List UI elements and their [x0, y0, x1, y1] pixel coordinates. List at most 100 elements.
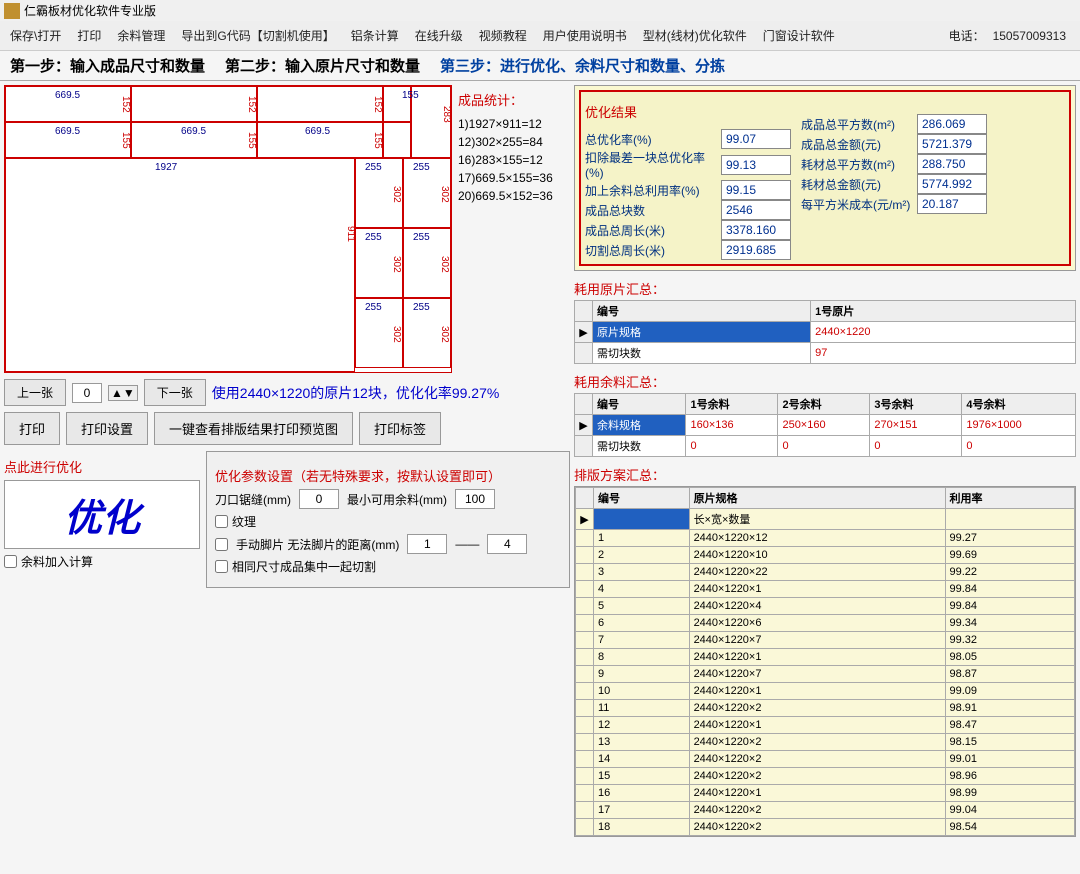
result-label: 切割总周长(米) [585, 242, 715, 259]
usage-title: 耗用原片汇总： [574, 279, 1076, 298]
minrem-input[interactable] [455, 489, 495, 509]
kerf-input[interactable] [299, 489, 339, 509]
row-pointer: ▶ [575, 322, 593, 343]
manual-check[interactable] [215, 538, 228, 551]
result-label: 加上余料总利用率(%) [585, 182, 715, 199]
result-label: 耗材总平方数(m²) [801, 156, 911, 173]
menu-alu-calc[interactable]: 铝条计算 [347, 25, 403, 46]
manual-input-2[interactable] [487, 534, 527, 554]
table-row[interactable]: 182440×1220×298.54 [576, 819, 1075, 836]
table-row[interactable]: 142440×1220×299.01 [576, 751, 1075, 768]
menu-save-open[interactable]: 保存\打开 [6, 25, 65, 46]
stepper-icon[interactable]: ▲▼ [108, 385, 138, 401]
tab-step1[interactable]: 第一步：输入成品尺寸和数量 [0, 51, 215, 80]
phone-info: 电话：15057009313 [941, 25, 1074, 46]
usage-table: 编号1号原片 ▶原片规格2440×1220 需切块数97 [574, 300, 1076, 364]
result-label: 成品总周长(米) [585, 222, 715, 239]
table-cell: 2440×1220 [811, 322, 1076, 343]
table-row[interactable]: 102440×1220×199.09 [576, 683, 1075, 700]
result-value: 3378.160 [721, 220, 791, 240]
result-label: 每平方米成本(元/m²) [801, 196, 911, 213]
table-row[interactable]: 22440×1220×1099.69 [576, 547, 1075, 564]
stats-line: 16)283×155=12 [458, 151, 568, 169]
prev-sheet-button[interactable]: 上一张 [4, 379, 66, 406]
app-title: 仁霸板材优化软件专业版 [24, 2, 156, 19]
toolbar: 保存\打开 打印 余料管理 导出到G代码【切割机使用】 铝条计算 在线升级 视频… [0, 21, 1080, 51]
add-remainder-check[interactable]: 余料加入计算 [4, 553, 200, 570]
result-label: 成品总块数 [585, 202, 715, 219]
result-label: 成品总平方数(m²) [801, 116, 911, 133]
menu-profile-soft[interactable]: 型材(线材)优化软件 [639, 25, 751, 46]
stats-line: 12)302×255=84 [458, 133, 568, 151]
table-row[interactable]: 72440×1220×799.32 [576, 632, 1075, 649]
tab-step2[interactable]: 第二步：输入原片尺寸和数量 [215, 51, 430, 80]
result-panel: 优化结果 总优化率(%)99.07扣除最差一块总优化率(%)99.13加上余料总… [574, 85, 1076, 271]
table-row[interactable]: 82440×1220×198.05 [576, 649, 1075, 666]
param-panel: 优化参数设置（若无特殊要求，按默认设置即可） 刀口锯缝(mm) 最小可用余料(m… [206, 451, 570, 588]
table-row[interactable]: 132440×1220×298.15 [576, 734, 1075, 751]
page-input[interactable] [72, 383, 102, 403]
add-remainder-checkbox[interactable] [4, 555, 17, 568]
result-label: 总优化率(%) [585, 131, 715, 148]
table-row[interactable]: 62440×1220×699.34 [576, 615, 1075, 632]
menu-export-gcode[interactable]: 导出到G代码【切割机使用】 [177, 25, 338, 46]
product-stats: 成品统计： 1)1927×911=12 12)302×255=84 16)283… [458, 85, 568, 373]
stats-title: 成品统计： [458, 91, 568, 111]
remainder-table: 编号1号余料2号余料3号余料4号余料 ▶余料规格160×136250×16027… [574, 393, 1076, 457]
print-button[interactable]: 打印 [4, 412, 60, 445]
result-value: 286.069 [917, 114, 987, 134]
menu-video[interactable]: 视频教程 [475, 25, 531, 46]
step-tabs: 第一步：输入成品尺寸和数量 第二步：输入原片尺寸和数量 第三步：进行优化、余料尺… [0, 51, 1080, 81]
table-cell: 原片规格 [593, 322, 811, 343]
table-row[interactable]: 162440×1220×198.99 [576, 785, 1075, 802]
stats-line: 17)669.5×155=36 [458, 169, 568, 187]
table-row[interactable]: 52440×1220×499.84 [576, 598, 1075, 615]
result-title: 优化结果 [585, 102, 791, 121]
next-sheet-button[interactable]: 下一张 [144, 379, 206, 406]
menu-update[interactable]: 在线升级 [411, 25, 467, 46]
samecut-check[interactable]: 相同尺寸成品集中一起切割 [215, 558, 561, 575]
result-value: 5721.379 [917, 134, 987, 154]
cutting-diagram: 669.5 669.5 669.5 669.5 1927 152 152 152… [4, 85, 452, 373]
optimize-button[interactable]: 优化 [4, 480, 200, 549]
menu-print[interactable]: 打印 [73, 25, 105, 46]
texture-check[interactable]: 纹理 [215, 513, 561, 530]
result-value: 288.750 [917, 154, 987, 174]
manual-input-1[interactable] [407, 534, 447, 554]
minrem-label: 最小可用余料(mm) [347, 491, 447, 508]
layout-title: 排版方案汇总： [574, 465, 1076, 484]
remainder-title: 耗用余料汇总： [574, 372, 1076, 391]
table-row[interactable]: 12440×1220×1299.27 [576, 530, 1075, 547]
preview-button[interactable]: 一键查看排版结果打印预览图 [154, 412, 353, 445]
titlebar: 仁霸板材优化软件专业版 [0, 0, 1080, 21]
sheet-summary: 使用2440×1220的原片12块，优化化率99.27% [212, 383, 500, 403]
tab-step3[interactable]: 第三步：进行优化、余料尺寸和数量、分拣 [430, 51, 735, 80]
table-row[interactable]: 32440×1220×2299.22 [576, 564, 1075, 581]
optimize-title: 点此进行优化 [4, 457, 200, 476]
result-value: 99.15 [721, 180, 791, 200]
result-value: 2919.685 [721, 240, 791, 260]
layout-table[interactable]: 编号原片规格利用率 ▶长×宽×数量 12440×1220×1299.272244… [575, 487, 1075, 836]
table-cell: 97 [811, 343, 1076, 364]
menu-remainder[interactable]: 余料管理 [113, 25, 169, 46]
result-value: 99.07 [721, 129, 791, 149]
table-row[interactable]: 92440×1220×798.87 [576, 666, 1075, 683]
app-icon [4, 3, 20, 19]
table-cell: 需切块数 [593, 343, 811, 364]
print-label-button[interactable]: 打印标签 [359, 412, 441, 445]
result-value: 2546 [721, 200, 791, 220]
table-row[interactable]: 172440×1220×299.04 [576, 802, 1075, 819]
stats-line: 1)1927×911=12 [458, 115, 568, 133]
print-settings-button[interactable]: 打印设置 [66, 412, 148, 445]
manual-label: 手动脚片 无法脚片的距离(mm) [236, 536, 399, 553]
table-row[interactable]: 42440×1220×199.84 [576, 581, 1075, 598]
menu-door-soft[interactable]: 门窗设计软件 [759, 25, 839, 46]
table-row[interactable]: 152440×1220×298.96 [576, 768, 1075, 785]
result-label: 成品总金额(元) [801, 136, 911, 153]
table-row[interactable]: 122440×1220×198.47 [576, 717, 1075, 734]
menu-manual[interactable]: 用户使用说明书 [539, 25, 631, 46]
table-row[interactable]: 112440×1220×298.91 [576, 700, 1075, 717]
stats-line: 20)669.5×152=36 [458, 187, 568, 205]
param-title: 优化参数设置（若无特殊要求，按默认设置即可） [215, 466, 561, 485]
kerf-label: 刀口锯缝(mm) [215, 491, 291, 508]
